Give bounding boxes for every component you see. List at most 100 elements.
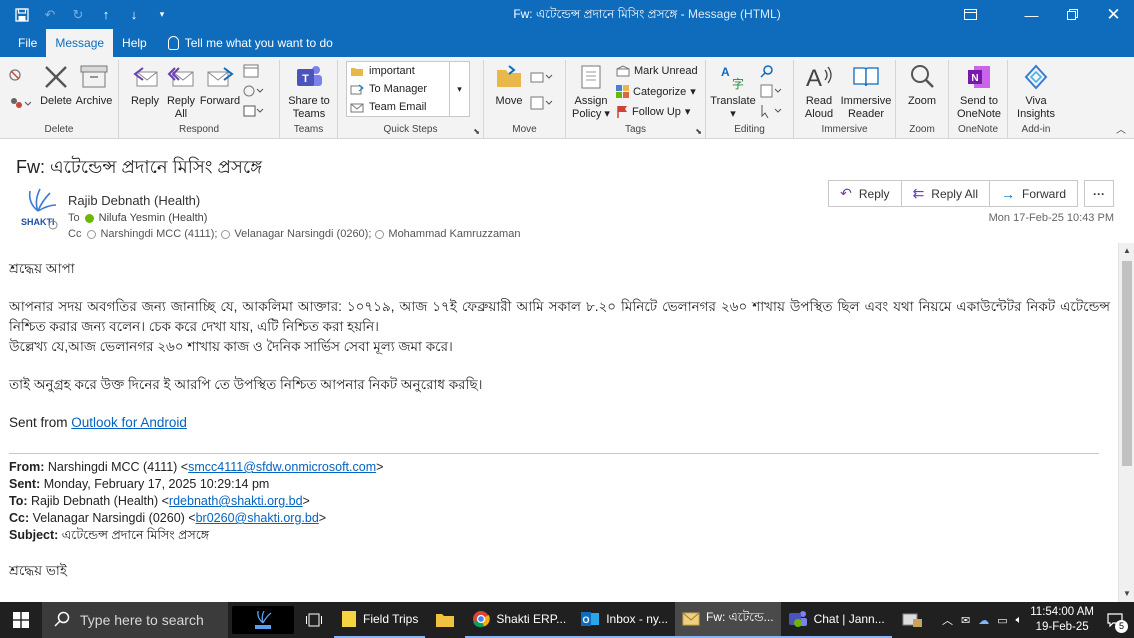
quick-steps-expand-icon[interactable]: ▾ [449,62,469,116]
cc-recipient[interactable]: Narshingdi MCC (4111); [100,228,217,240]
scroll-up-icon[interactable]: ▲ [1119,243,1134,259]
presence-unknown-icon [221,229,231,239]
fw-from-email-link[interactable]: smcc4111@sfdw.onmicrosoft.com [188,460,376,474]
tab-file[interactable]: File [0,29,46,57]
group-onenote: N Send to OneNote OneNote [949,60,1008,138]
dialog-launcher-icon[interactable]: ⬊ [473,127,480,136]
taskbar-search-box[interactable]: Type here to search [42,602,228,638]
show-hidden-icons-icon[interactable]: ︿ [942,612,953,628]
assign-policy-button[interactable]: Assign Policy ▾ [570,62,612,121]
rules-icon[interactable] [530,70,554,84]
im-reply-icon[interactable] [243,104,265,118]
taskbar-app-teams-chat[interactable]: Chat | Jann... [780,602,892,638]
redo-icon[interactable]: ↻ [66,3,90,27]
mark-unread-label: Mark Unread [634,65,698,77]
select-icon[interactable] [760,104,784,118]
delete-button[interactable]: Delete [38,62,74,108]
ribbon-display-options-icon[interactable] [950,0,991,29]
follow-up-button[interactable]: Follow Up ▾ [616,105,690,118]
vertical-scrollbar[interactable]: ▲ ▼ [1118,243,1134,602]
shakti-logo-icon[interactable] [232,606,294,634]
notification-center-icon[interactable]: 5 [1102,607,1128,633]
related-icon[interactable] [760,84,784,98]
ignore-icon[interactable] [9,68,25,82]
reply-all-button[interactable]: Reply All [163,62,199,121]
reply-action-button[interactable]: ↶ Reply [828,180,902,207]
more-move-icon[interactable] [530,96,554,110]
undo-icon[interactable]: ↶ [38,3,62,27]
file-explorer-icon[interactable] [425,602,465,638]
archive-button[interactable]: Archive [74,62,114,108]
fw-cc-email-link[interactable]: br0260@shakti.org.bd [196,511,319,525]
battery-icon[interactable]: ▭ [997,614,1007,627]
cc-recipient[interactable]: Velanagar Narsingdi (0260); [234,228,371,240]
cc-line: Cc Narshingdi MCC (4111); Velanagar Nars… [68,228,520,240]
scroll-down-icon[interactable]: ▼ [1119,586,1134,602]
outlook-android-link[interactable]: Outlook for Android [71,415,187,430]
outlook-icon: O [581,612,600,626]
tell-me-search[interactable]: Tell me what you want to do [167,36,333,50]
to-recipient[interactable]: Nilufa Yesmin (Health) [99,212,208,224]
title-suffix: Message (HTML) [688,7,781,21]
categorize-button[interactable]: Categorize ▾ [616,85,696,98]
scroll-thumb[interactable] [1122,261,1132,466]
reply-all-action-button[interactable]: ⇇ Reply All [901,180,990,207]
fw-to-email-link[interactable]: rdebnath@shakti.org.bd [169,494,303,508]
translate-label: Translate [710,95,756,107]
fw-to-line: To: Rajib Debnath (Health) <rdebnath@sha… [9,493,310,510]
maximize-icon[interactable] [1052,0,1093,29]
svg-text:字: 字 [732,76,744,90]
taskbar-app-field-trips[interactable]: Field Trips [334,602,426,638]
quick-step-label: Team Email [369,101,427,113]
find-icon[interactable] [760,64,774,78]
onedrive-icon[interactable]: ☁ [978,614,989,627]
volume-icon[interactable]: 🔈︎ [1016,614,1023,627]
save-icon[interactable] [10,3,34,27]
bracket: > [376,460,384,474]
move-button[interactable]: Move [490,62,528,108]
collapse-ribbon-icon[interactable]: ︿ [1116,121,1126,136]
customize-qat-icon[interactable]: ▾ [150,3,174,27]
windows-start-icon[interactable] [0,602,42,638]
close-icon[interactable]: ✕ [1093,0,1134,29]
tab-message[interactable]: Message [46,29,114,57]
move-folder-icon [494,62,524,92]
minimize-icon[interactable]: — [1011,0,1052,29]
forward-button[interactable]: Forward [199,62,241,108]
reply-button[interactable]: Reply [127,62,163,108]
message-actions: ↶ Reply ⇇ Reply All → Forward ··· [828,180,1114,207]
clock[interactable]: 11:54:00 AM 19-Feb-25 [1030,605,1094,635]
cleanup-icon[interactable] [9,96,31,110]
tab-help[interactable]: Help [113,29,156,57]
immersive-reader-button[interactable]: Immersive Reader [840,62,892,121]
next-item-icon[interactable]: ↓ [122,3,146,27]
read-aloud-button[interactable]: A Read Aloud [798,62,840,121]
network-tool-icon[interactable] [892,602,932,638]
taskbar-app-message-window[interactable]: Fw: এটেন্ডে... [675,602,781,638]
group-label-add-in: Add-in [1021,124,1051,135]
translate-button[interactable]: A字 Translate ▾ [710,62,756,121]
previous-item-icon[interactable]: ↑ [94,3,118,27]
send-to-onenote-button[interactable]: N Send to OneNote [953,62,1005,121]
more-actions-button[interactable]: ··· [1084,180,1114,207]
share-to-teams-button[interactable]: T Share to Teams [284,62,334,121]
presence-unknown-icon [87,229,97,239]
viva-insights-button[interactable]: Viva Insights [1012,62,1060,121]
flag-icon [617,106,627,118]
meeting-reply-icon[interactable] [243,64,259,78]
zoom-button[interactable]: Zoom [902,62,942,108]
forward-action-button[interactable]: → Forward [989,180,1078,207]
mark-unread-button[interactable]: Mark Unread [616,65,698,77]
taskbar-app-chrome[interactable]: Shakti ERP... [465,602,574,638]
cc-recipient[interactable]: Mohammad Kamruzzaman [388,228,520,240]
policy-icon [576,62,606,92]
mail-tray-icon[interactable]: ✉ [961,614,970,627]
group-label-delete: Delete [44,124,74,135]
quick-steps-gallery: important To Manager Team Email ▾ [346,61,470,117]
group-label-quick-steps: Quick Steps [383,124,438,135]
more-respond-icon[interactable] [243,84,265,98]
tags-dialog-launcher-icon[interactable]: ⬊ [695,127,702,136]
task-view-icon[interactable] [294,602,334,638]
sender-name[interactable]: Rajib Debnath (Health) [68,193,200,208]
taskbar-app-outlook-inbox[interactable]: O Inbox - ny... [573,602,675,638]
